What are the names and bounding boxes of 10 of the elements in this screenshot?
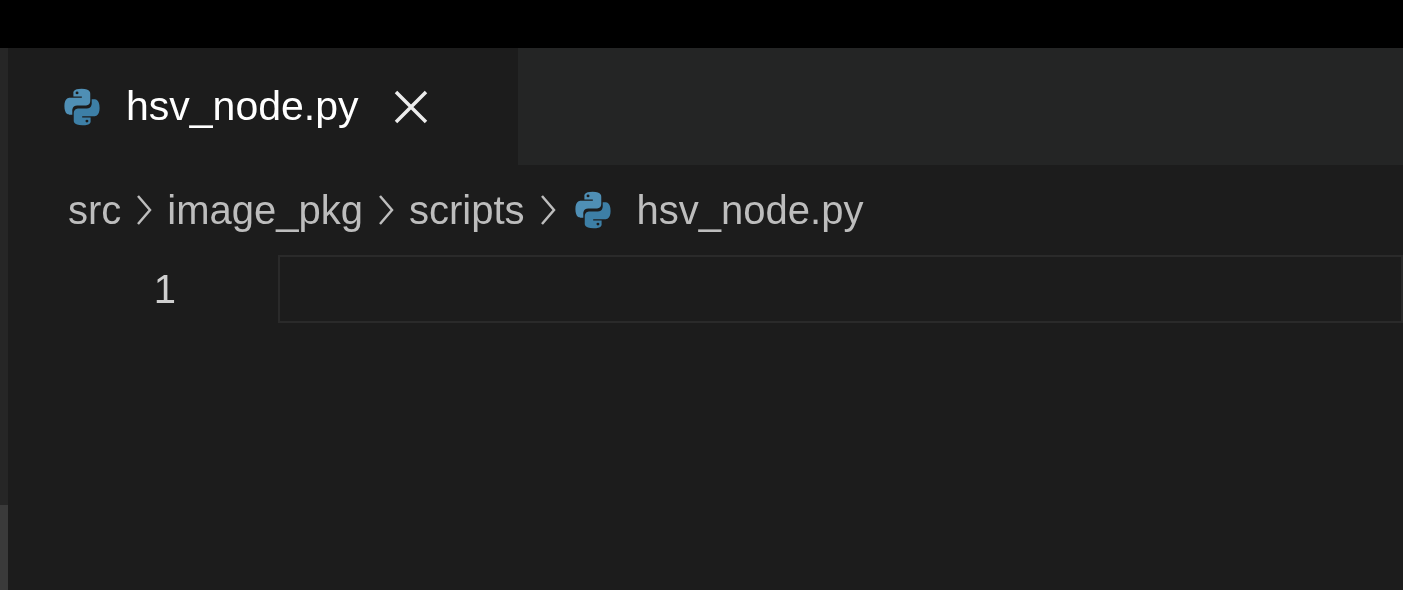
breadcrumb-item[interactable]: image_pkg	[167, 180, 363, 240]
chevron-right-icon	[377, 193, 395, 227]
breadcrumb-item[interactable]: hsv_node.py	[636, 180, 864, 240]
breadcrumb-item[interactable]: scripts	[409, 180, 525, 240]
chevron-right-icon	[538, 193, 557, 227]
close-icon[interactable]	[392, 88, 429, 125]
line-number: 1	[152, 266, 177, 313]
chevron-right-icon	[135, 193, 154, 227]
editor-tab[interactable]: hsv_node.py	[8, 48, 518, 165]
breadcrumb-item[interactable]: src	[68, 180, 122, 240]
